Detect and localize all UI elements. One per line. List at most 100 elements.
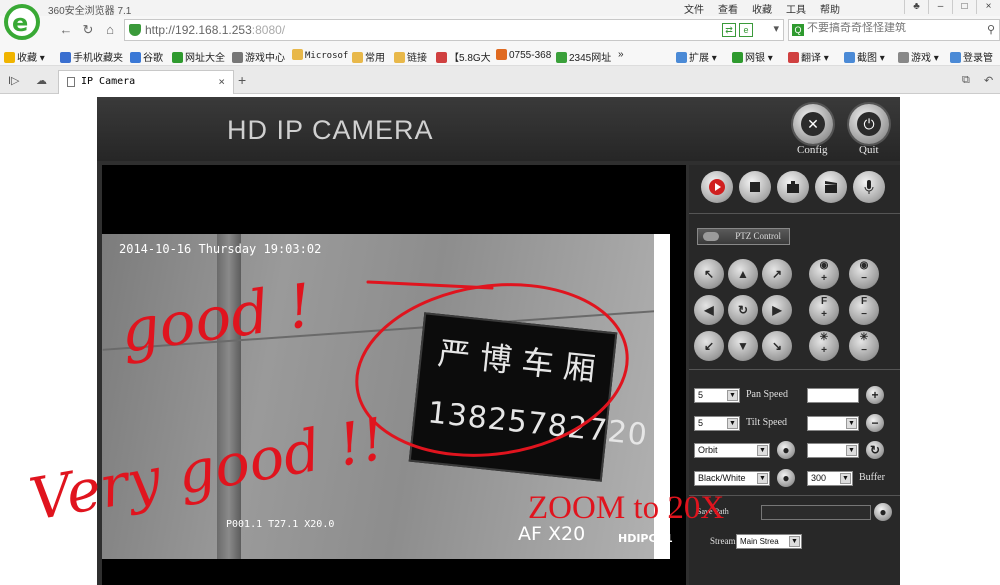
search-input[interactable] (807, 22, 977, 34)
zoom-in-button[interactable]: ◉ + (809, 259, 839, 289)
window-close-icon[interactable]: × (976, 0, 1000, 14)
osd-channel: HDIPCA1 (618, 532, 673, 545)
color-mode-go-icon[interactable]: ● (777, 469, 795, 487)
bookmark-0755[interactable]: 0755-368 (496, 49, 551, 61)
chevron-down-icon: ▼ (757, 445, 768, 456)
menu-tools[interactable]: 工具 (786, 1, 806, 16)
refresh-icon[interactable]: ↻ (80, 22, 96, 38)
ptz-control-button[interactable]: PTZ Control (697, 228, 790, 245)
video-viewport[interactable]: 严博车厢 13825782720 2014-10-16 Thursday 19:… (102, 165, 686, 585)
quit-button[interactable]: ⏻ (849, 104, 889, 144)
bookmark-mobile[interactable]: 手机收藏夹 (60, 49, 123, 64)
sidebar-toggle-icon[interactable]: I▷ (8, 74, 20, 87)
menu-favorites[interactable]: 收藏 (752, 1, 772, 16)
feed-pole (217, 234, 241, 559)
stop-button[interactable] (739, 171, 771, 203)
chevron-down-icon: ▼ (846, 418, 857, 429)
config-button[interactable]: ✕ (793, 104, 833, 144)
bookmark-microsoft[interactable]: Microsof (292, 49, 348, 61)
save-path-input[interactable] (761, 505, 871, 520)
window-maximize-icon[interactable]: □ (952, 0, 976, 14)
star-icon (4, 52, 15, 63)
bookmark-google[interactable]: 谷歌 (130, 49, 163, 64)
ptz-down-left-button[interactable]: ↙ (694, 331, 724, 361)
page-icon (496, 49, 507, 60)
ptz-up-left-button[interactable]: ↖ (694, 259, 724, 289)
bookmark-common[interactable]: 常用 (352, 49, 385, 64)
focus-near-button[interactable]: F + (809, 295, 839, 325)
cloud-icon[interactable]: ☁ (36, 74, 47, 87)
address-dropdown-icon[interactable]: ▾ (773, 22, 779, 35)
preset-select-2[interactable]: ▼ (807, 443, 859, 458)
stream-select[interactable]: Main Strea ▼ (736, 534, 802, 549)
bookmark-login[interactable]: 登录管 (950, 49, 993, 64)
osd-datetime: 2014-10-16 Thursday 19:03:02 (119, 242, 322, 256)
menu-file[interactable]: 文件 (684, 1, 704, 16)
wrench-icon: ✕ (801, 112, 825, 136)
speed-mode-icon[interactable]: e (739, 23, 753, 37)
bookmark-translate[interactable]: 翻译 ▾ (788, 49, 829, 64)
restore-tab-icon[interactable]: ↶ (984, 74, 993, 87)
search-icon[interactable]: ⚲ (987, 23, 995, 36)
bookmarks-more-icon[interactable]: » (618, 49, 624, 60)
search-engine-icon[interactable]: Q (792, 24, 804, 36)
bookmark-favorites[interactable]: 收藏 ▾ (4, 49, 45, 64)
security-shield-icon (129, 24, 141, 36)
ptz-center-button[interactable]: ↻ (728, 295, 758, 325)
call-preset-icon[interactable]: ↻ (866, 441, 884, 459)
tab-ip-camera[interactable]: IP Camera × (58, 70, 234, 94)
scissors-icon (844, 52, 855, 63)
ptz-left-button[interactable]: ◀ (694, 295, 724, 325)
zoom-out-button[interactable]: ◉ − (849, 259, 879, 289)
add-preset-icon[interactable]: + (866, 386, 884, 404)
browse-icon[interactable]: ● (874, 503, 892, 521)
snapshot-button[interactable] (777, 171, 809, 203)
ptz-up-right-button[interactable]: ↗ (762, 259, 792, 289)
osd-focus: AF X20 (518, 523, 586, 545)
cruise-select[interactable]: Orbit ▼ (694, 443, 770, 458)
tilt-speed-select[interactable]: 5 ▼ (694, 416, 740, 431)
new-tab-button[interactable]: + (238, 72, 246, 88)
compat-mode-icon[interactable]: ⇄ (722, 23, 736, 37)
tab-close-icon[interactable]: × (218, 75, 225, 88)
window-skin-icon[interactable]: ♣ (904, 0, 928, 14)
play-button[interactable] (701, 171, 733, 203)
preset-field-1[interactable] (807, 388, 859, 403)
iris-open-button[interactable]: ✳ + (809, 331, 839, 361)
bookmark-site-directory[interactable]: 网址大全 (172, 49, 225, 64)
cloud-icon (703, 232, 719, 241)
address-bar[interactable]: http://192.168.1.253:8080/ ⇄ e ▾ (124, 19, 784, 41)
bookmark-2345[interactable]: 2345网址 (556, 49, 611, 64)
bookmark-links[interactable]: 链接 (394, 49, 427, 64)
bookmark-games[interactable]: 游戏 ▾ (898, 49, 939, 64)
back-icon[interactable]: ← (58, 22, 74, 37)
ptz-up-button[interactable]: ▲ (728, 259, 758, 289)
search-box[interactable]: Q ⚲ (788, 19, 1000, 41)
preset-select-1[interactable]: ▼ (807, 416, 859, 431)
cruise-go-icon[interactable]: ● (777, 441, 795, 459)
ptz-down-right-button[interactable]: ↘ (762, 331, 792, 361)
home-icon[interactable]: ⌂ (102, 22, 118, 37)
google-icon (130, 52, 141, 63)
ptz-right-button[interactable]: ▶ (762, 295, 792, 325)
menu-view[interactable]: 查看 (718, 1, 738, 16)
window-minimize-icon[interactable]: – (928, 0, 952, 14)
talk-button[interactable] (853, 171, 885, 203)
focus-far-button[interactable]: F − (849, 295, 879, 325)
chevron-down-icon: ▼ (727, 390, 738, 401)
iris-close-button[interactable]: ✳ − (849, 331, 879, 361)
remove-preset-icon[interactable]: − (866, 414, 884, 432)
bookmark-extensions[interactable]: 扩展 ▾ (676, 49, 717, 64)
menu-help[interactable]: 帮助 (820, 1, 840, 16)
buffer-select[interactable]: 300 ▼ (807, 471, 853, 486)
bookmark-game-center[interactable]: 游戏中心 (232, 49, 285, 64)
bookmark-58g[interactable]: 【5.8G大 (436, 49, 491, 64)
ptz-down-button[interactable]: ▼ (728, 331, 758, 361)
pan-speed-select[interactable]: 5 ▼ (694, 388, 740, 403)
record-button[interactable] (815, 171, 847, 203)
color-mode-select[interactable]: Black/White ▼ (694, 471, 770, 486)
tab-list-icon[interactable]: ⧉ (962, 74, 970, 87)
bookmark-online-banking[interactable]: 网银 ▾ (732, 49, 773, 64)
bookmark-screenshot[interactable]: 截图 ▾ (844, 49, 885, 64)
panel-divider (689, 495, 900, 496)
